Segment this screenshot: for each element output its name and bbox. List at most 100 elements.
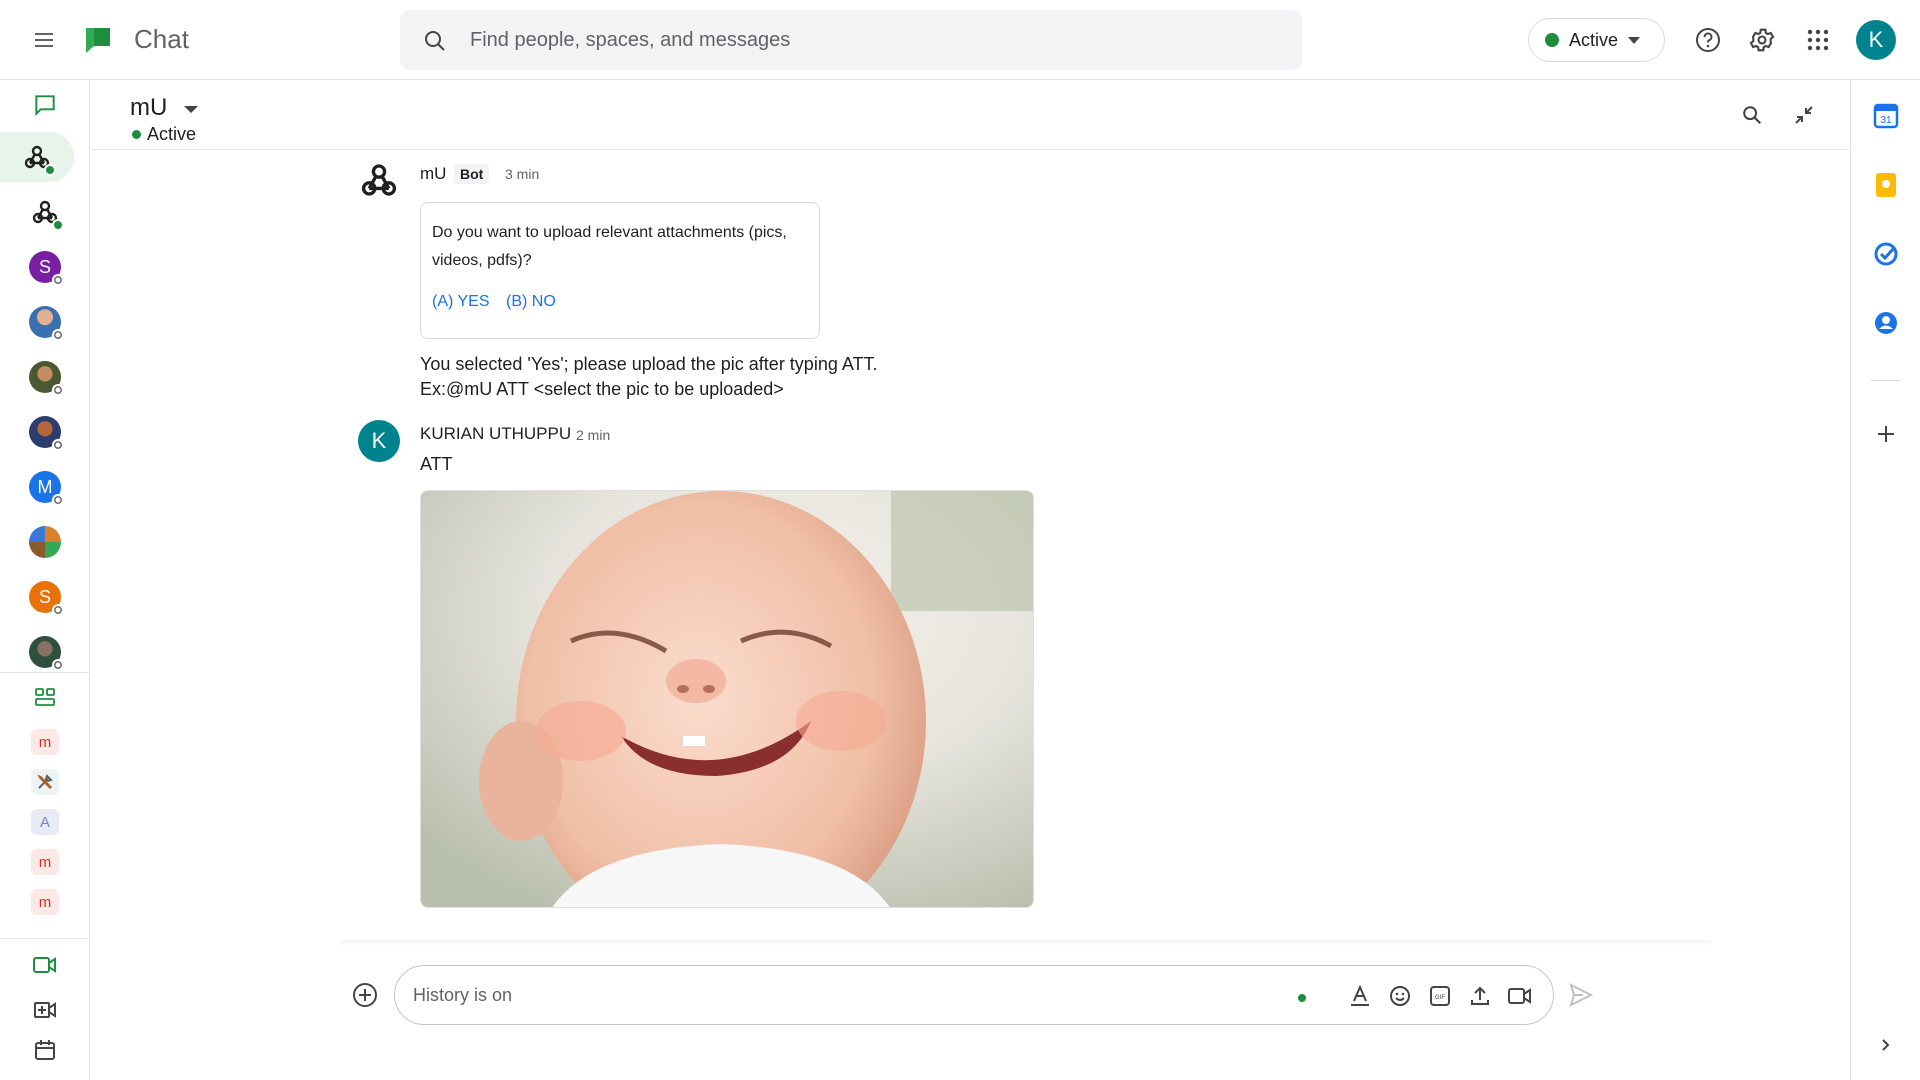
tools-icon — [31, 769, 59, 795]
bot-badge: Bot — [454, 164, 490, 184]
search-input[interactable] — [470, 10, 1270, 70]
avatar: S — [29, 581, 64, 616]
avatar — [29, 636, 64, 671]
rail-divider — [1871, 380, 1901, 381]
avatar-initial: S — [38, 256, 51, 277]
rail-spaces-tab[interactable] — [0, 672, 90, 722]
add-attachment-icon[interactable] — [350, 980, 380, 1010]
help-icon[interactable] — [1692, 24, 1724, 56]
rail-dm-group[interactable] — [0, 517, 90, 567]
right-side-panel-rail: 31 — [1850, 80, 1920, 1080]
presence-indicator — [52, 329, 64, 341]
bot-webhook-icon[interactable] — [358, 159, 400, 201]
caret-down-icon — [1628, 36, 1641, 44]
google-apps-grid-icon[interactable] — [1802, 24, 1834, 56]
svg-text:GIF: GIF — [1435, 995, 1445, 1001]
svg-text:31: 31 — [1880, 115, 1892, 126]
conversation-header: mU Active — [91, 80, 1849, 150]
send-icon[interactable] — [1566, 980, 1596, 1010]
active-status-dot — [132, 130, 141, 139]
avatar — [29, 416, 64, 451]
calendar-icon — [34, 1039, 56, 1061]
collapse-icon[interactable] — [1791, 102, 1817, 128]
message-sender: mU — [420, 164, 447, 183]
spaces-icon — [33, 685, 57, 709]
conversation-status-label: Active — [147, 124, 197, 144]
conversation-name[interactable]: mU — [130, 94, 167, 122]
message-sender: KURIAN UTHUPPU — [420, 424, 572, 443]
search-icon[interactable] — [1739, 102, 1765, 128]
presence-indicator — [44, 164, 56, 176]
typing-indicator-dot — [1298, 994, 1306, 1002]
rail-dm-s[interactable]: S — [0, 242, 90, 292]
rail-dm-photo-3[interactable] — [0, 407, 90, 457]
rail-dm-photo-2[interactable] — [0, 352, 90, 402]
avatar — [29, 306, 64, 341]
search-icon[interactable] — [422, 28, 448, 54]
message-time: 2 min — [576, 427, 611, 443]
gif-icon[interactable]: GIF — [1427, 983, 1453, 1009]
bot-webhook-icon — [21, 141, 56, 176]
space-chip: m — [31, 849, 59, 875]
message-text-line: You selected 'Yes'; please upload the pi… — [420, 354, 878, 374]
add-app-icon[interactable] — [1869, 417, 1903, 451]
rail-dm-m[interactable]: M — [0, 462, 90, 512]
rail-dm-photo-1[interactable] — [0, 297, 90, 347]
text-format-icon[interactable] — [1347, 983, 1373, 1009]
rail-space-m-3[interactable]: m — [0, 877, 90, 927]
left-navigation-rail: S M S m A m m — [0, 80, 90, 1080]
message-time: 3 min — [505, 166, 540, 182]
presence-indicator — [52, 274, 64, 286]
keep-app-icon[interactable] — [1869, 168, 1903, 202]
tasks-app-icon[interactable] — [1869, 237, 1903, 271]
presence-indicator — [52, 659, 64, 671]
top-bar: Chat Active K — [0, 0, 1920, 80]
status-dropdown[interactable]: Active — [1528, 18, 1665, 62]
active-status-dot — [1545, 33, 1559, 47]
bot-card: Do you want to upload relevant attachmen… — [420, 202, 820, 339]
message-composer: GIF — [394, 965, 1554, 1025]
contacts-app-icon[interactable] — [1869, 306, 1903, 340]
attached-image[interactable] — [420, 490, 1034, 908]
rail-meet-tab[interactable] — [0, 940, 90, 990]
chat-logo-icon[interactable] — [82, 22, 118, 58]
presence-indicator — [52, 384, 64, 396]
scroll-shadow — [341, 940, 1711, 946]
yes-button[interactable]: (A) YES — [432, 293, 490, 311]
presence-indicator — [52, 219, 64, 231]
video-meeting-icon[interactable] — [1507, 983, 1533, 1009]
expand-panel-chevron-icon[interactable] — [1869, 1028, 1903, 1062]
status-label: Active — [1569, 29, 1619, 50]
search-box[interactable] — [400, 10, 1302, 70]
rail-calendar[interactable] — [0, 1025, 90, 1075]
rail-dm-s-2[interactable]: S — [0, 572, 90, 622]
presence-indicator — [52, 604, 64, 616]
avatar: M — [29, 471, 64, 506]
main-menu-icon[interactable] — [26, 22, 62, 58]
avatar-initial: S — [38, 586, 51, 607]
emoji-icon[interactable] — [1387, 983, 1413, 1009]
settings-gear-icon[interactable] — [1746, 24, 1778, 56]
upload-file-icon[interactable] — [1467, 983, 1493, 1009]
account-avatar[interactable]: K — [1856, 20, 1896, 60]
message-list: mU Bot 3 min Do you want to upload relev… — [91, 150, 1849, 946]
rail-dm-photo-4[interactable] — [0, 627, 90, 677]
message-input[interactable] — [413, 966, 1213, 1024]
avatar[interactable]: K — [358, 420, 400, 462]
message-text-line: Ex:@mU ATT <select the pic to be uploade… — [420, 379, 784, 399]
conversation-status: Active — [132, 124, 196, 145]
presence-indicator — [52, 439, 64, 451]
new-meeting-icon — [33, 999, 57, 1021]
space-chip: A — [31, 809, 59, 835]
avatar-initial: M — [37, 476, 53, 497]
app-title: Chat — [134, 24, 189, 54]
rail-dm-bot-2[interactable] — [0, 187, 90, 237]
calendar-app-icon[interactable]: 31 — [1869, 99, 1903, 133]
caret-down-icon[interactable] — [184, 106, 198, 113]
no-button[interactable]: (B) NO — [506, 293, 556, 311]
chat-bubble-icon — [32, 92, 58, 118]
rail-chat-tab[interactable] — [0, 80, 90, 130]
space-chip: m — [31, 729, 59, 755]
rail-dm-mu-bot[interactable] — [0, 132, 74, 182]
bot-webhook-icon — [29, 196, 64, 231]
